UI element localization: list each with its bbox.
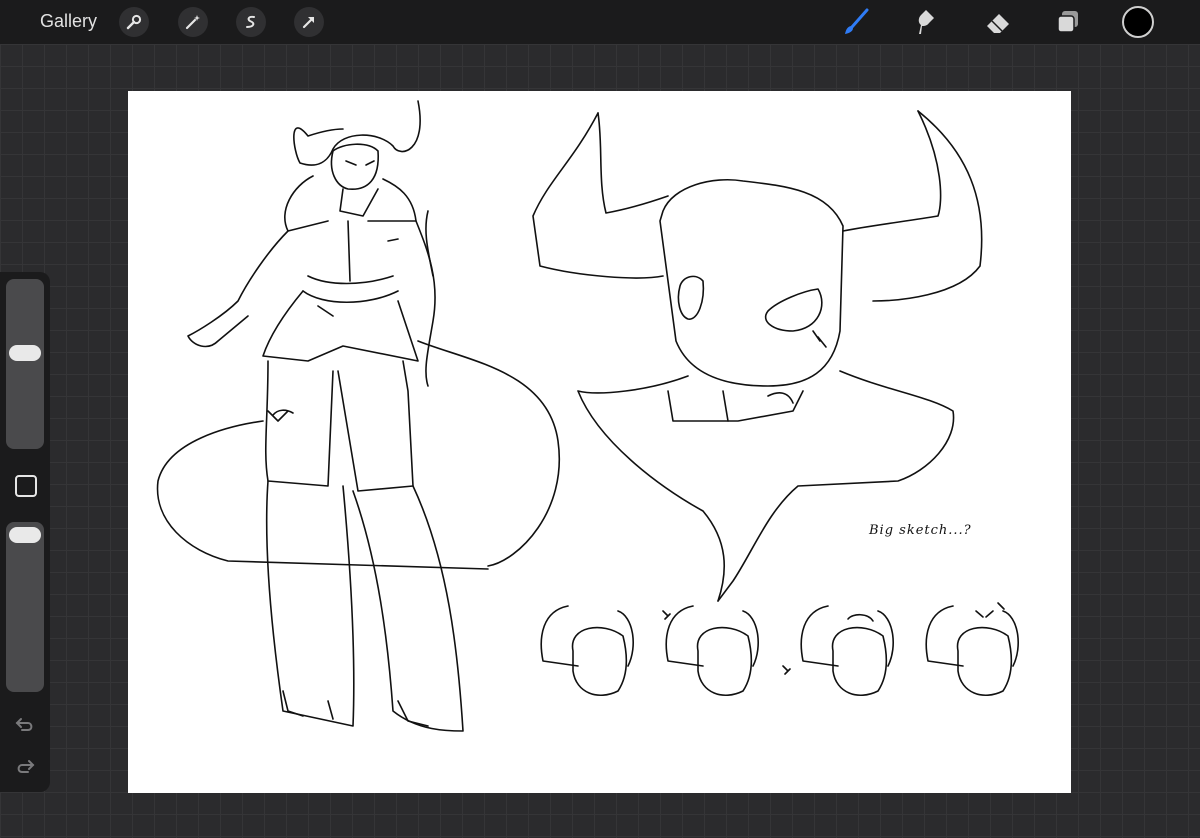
brush-tool-button[interactable] [840, 6, 872, 38]
brush-icon [845, 8, 869, 34]
brush-size-slider[interactable] [6, 279, 44, 449]
layers-icon [1057, 11, 1078, 33]
handwritten-note: Big sketch...? [869, 523, 972, 538]
eraser-icon [987, 14, 1009, 33]
selection-icon [246, 15, 255, 28]
drawing-canvas[interactable]: Big sketch...? [128, 91, 1071, 793]
smudge-tool-button[interactable] [908, 6, 940, 38]
selection-button[interactable] [236, 7, 266, 37]
eraser-tool-button[interactable] [982, 6, 1014, 38]
redo-icon[interactable] [14, 757, 36, 777]
top-toolbar: Gallery [0, 0, 1200, 44]
left-sidebar [0, 272, 50, 792]
wrench-icon [126, 14, 142, 30]
actions-wrench-button[interactable] [119, 7, 149, 37]
adjustments-button[interactable] [178, 7, 208, 37]
opacity-knob[interactable] [9, 527, 41, 543]
undo-icon[interactable] [14, 715, 36, 735]
transform-button[interactable] [294, 7, 324, 37]
modify-button[interactable] [15, 475, 37, 497]
transform-arrow-icon [302, 16, 315, 29]
magic-wand-icon [185, 15, 200, 30]
gallery-button[interactable]: Gallery [40, 11, 97, 32]
smudge-icon [918, 10, 934, 34]
sketch-artwork [156, 100, 1019, 732]
brush-size-knob[interactable] [9, 345, 41, 361]
color-picker-button[interactable] [1122, 6, 1154, 38]
opacity-slider[interactable] [6, 522, 44, 692]
layers-button[interactable] [1052, 6, 1084, 38]
